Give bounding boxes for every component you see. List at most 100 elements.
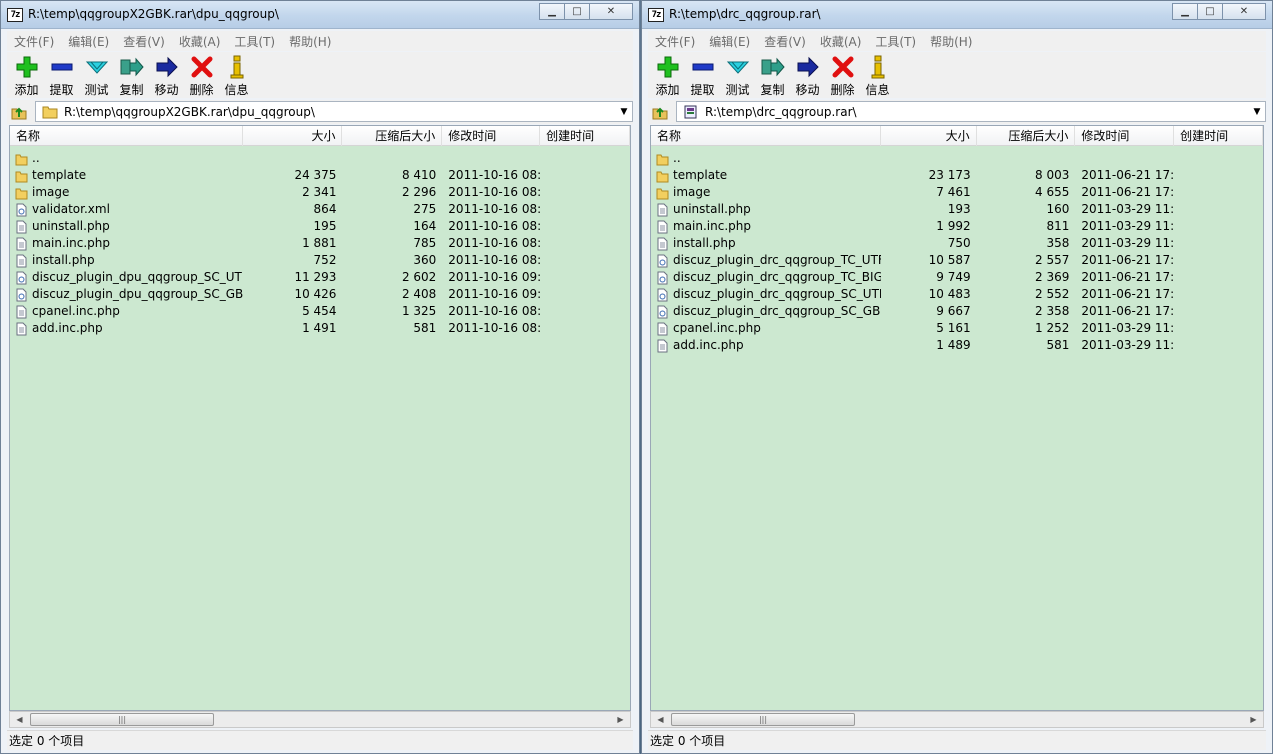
menu-item[interactable]: 编辑(E) <box>702 33 757 50</box>
path-input[interactable]: R:\temp\drc_qqgroup.rar\ ▼ <box>676 101 1266 122</box>
file-row[interactable]: template 24 375 8 410 2011-10-16 08:... <box>10 167 630 184</box>
file-row[interactable]: discuz_plugin_dpu_qqgroup_SC_UTF8.xml 11 … <box>10 269 630 286</box>
grip-icon: ||| <box>117 715 127 724</box>
close-button[interactable]: ✕ <box>589 3 633 20</box>
file-packed: 581 <box>1046 338 1070 352</box>
file-packed <box>342 150 442 167</box>
file-row[interactable]: discuz_plugin_drc_qqgroup_TC_UTF8.xml 10 … <box>651 252 1263 269</box>
move-button[interactable]: 移动 <box>790 52 825 98</box>
menu-item[interactable]: 编辑(E) <box>61 33 116 50</box>
file-row[interactable]: image 7 461 4 655 2011-06-21 17:... <box>651 184 1263 201</box>
title-bar[interactable]: 7z R:\temp\qqgroupX2GBK.rar\dpu_qqgroup\… <box>1 1 639 29</box>
window-title: R:\temp\qqgroupX2GBK.rar\dpu_qqgroup\ <box>28 7 279 21</box>
file-row[interactable]: uninstall.php 193 160 2011-03-29 11:12 <box>651 201 1263 218</box>
menu-item[interactable]: 工具(T) <box>868 33 923 50</box>
column-header: 名称 大小 压缩后大小 修改时间 创建时间 <box>651 126 1263 146</box>
minimize-button[interactable]: ▁ <box>1172 3 1198 20</box>
test-button[interactable]: 测试 <box>720 52 755 98</box>
column-header-name[interactable]: 名称 <box>10 126 243 146</box>
file-modified: 2011-10-16 08:... <box>448 321 541 335</box>
file-row[interactable]: discuz_plugin_dpu_qqgroup_SC_GBK.xml 10 4… <box>10 286 630 303</box>
menu-item[interactable]: 查看(V) <box>757 33 813 50</box>
file-name-text: image <box>673 185 711 199</box>
address-bar: R:\temp\drc_qqgroup.rar\ ▼ <box>648 100 1266 124</box>
file-row[interactable]: main.inc.php 1 992 811 2011-03-29 11:12 <box>651 218 1263 235</box>
scroll-left-button[interactable]: ◀ <box>12 713 27 726</box>
file-row[interactable]: add.inc.php 1 489 581 2011-03-29 11:12 <box>651 337 1263 354</box>
file-row[interactable]: validator.xml 864 275 2011-10-16 08:... <box>10 201 630 218</box>
menu-item[interactable]: 帮助(H) <box>282 33 338 50</box>
file-row[interactable]: main.inc.php 1 881 785 2011-10-16 08:... <box>10 235 630 252</box>
file-row[interactable]: image 2 341 2 296 2011-10-16 08:... <box>10 184 630 201</box>
copy-button[interactable]: 复制 <box>755 52 790 98</box>
file-row[interactable]: .. <box>10 150 630 167</box>
file-row[interactable]: cpanel.inc.php 5 161 1 252 2011-03-29 11:12 <box>651 320 1263 337</box>
menu-item[interactable]: 收藏(A) <box>172 33 228 50</box>
file-list[interactable]: 名称 大小 压缩后大小 修改时间 创建时间 .. template 23 173 8 003 2… <box>650 125 1264 711</box>
menu-item[interactable]: 文件(F) <box>7 33 61 50</box>
column-header-modified[interactable]: 修改时间 <box>442 126 541 146</box>
menu-item[interactable]: 收藏(A) <box>813 33 869 50</box>
column-header-modified[interactable]: 修改时间 <box>1075 126 1175 146</box>
file-name: discuz_plugin_drc_qqgroup_TC_BIG5.xml <box>651 269 881 286</box>
maximize-button[interactable]: □ <box>564 3 590 20</box>
file-row[interactable]: add.inc.php 1 491 581 2011-10-16 08:... <box>10 320 630 337</box>
file-row[interactable]: discuz_plugin_drc_qqgroup_SC_GBK.xml 9 66… <box>651 303 1263 320</box>
file-row[interactable]: uninstall.php 195 164 2011-10-16 08:... <box>10 218 630 235</box>
scroll-right-button[interactable]: ▶ <box>1246 713 1261 726</box>
scroll-thumb[interactable]: ||| <box>671 713 855 726</box>
file-modified: 2011-03-29 11:12 <box>1081 236 1175 250</box>
info-button[interactable]: 信息 <box>219 52 254 98</box>
copy-button[interactable]: 复制 <box>114 52 149 98</box>
move-button[interactable]: 移动 <box>149 52 184 98</box>
add-button[interactable]: 添加 <box>650 52 685 98</box>
file-packed: 2 296 <box>401 185 437 199</box>
up-folder-button[interactable] <box>7 101 31 123</box>
column-header-packed[interactable]: 压缩后大小 <box>977 126 1076 146</box>
scroll-right-button[interactable]: ▶ <box>613 713 628 726</box>
up-folder-button[interactable] <box>648 101 672 123</box>
info-button[interactable]: 信息 <box>860 52 895 98</box>
file-row[interactable]: .. <box>651 150 1263 167</box>
close-button[interactable]: ✕ <box>1222 3 1266 20</box>
file-modified: 2011-03-29 11:12 <box>1081 219 1175 233</box>
column-header-name[interactable]: 名称 <box>651 126 881 146</box>
path-input[interactable]: R:\temp\qqgroupX2GBK.rar\dpu_qqgroup\ ▼ <box>35 101 633 122</box>
file-name: main.inc.php <box>10 235 243 252</box>
column-header-size[interactable]: 大小 <box>881 126 977 146</box>
file-name: discuz_plugin_drc_qqgroup_SC_UTF8.xml <box>651 286 881 303</box>
path-dropdown-button[interactable]: ▼ <box>1251 105 1263 119</box>
menu-item[interactable]: 查看(V) <box>116 33 172 50</box>
file-row[interactable]: cpanel.inc.php 5 454 1 325 2011-10-16 08:..… <box>10 303 630 320</box>
column-header-created[interactable]: 创建时间 <box>1174 126 1263 146</box>
column-header-created[interactable]: 创建时间 <box>540 126 630 146</box>
file-row[interactable]: install.php 750 358 2011-03-29 11:12 <box>651 235 1263 252</box>
scroll-left-button[interactable]: ◀ <box>653 713 668 726</box>
extract-button[interactable]: 提取 <box>44 52 79 98</box>
menu-item[interactable]: 文件(F) <box>648 33 702 50</box>
menu-item[interactable]: 帮助(H) <box>923 33 979 50</box>
xml-file-icon <box>15 271 28 285</box>
path-dropdown-button[interactable]: ▼ <box>618 105 630 119</box>
file-row[interactable]: discuz_plugin_drc_qqgroup_TC_BIG5.xml 9 7… <box>651 269 1263 286</box>
minimize-button[interactable]: ▁ <box>539 3 565 20</box>
horizontal-scrollbar[interactable]: ◀ ||| ▶ <box>9 711 631 728</box>
file-row[interactable]: template 23 173 8 003 2011-06-21 17:... <box>651 167 1263 184</box>
add-button[interactable]: 添加 <box>9 52 44 98</box>
file-row[interactable]: discuz_plugin_drc_qqgroup_SC_UTF8.xml 10 … <box>651 286 1263 303</box>
file-list[interactable]: 名称 大小 压缩后大小 修改时间 创建时间 .. template 24 375 8 410 2… <box>9 125 631 711</box>
menu-item[interactable]: 工具(T) <box>227 33 282 50</box>
test-button[interactable]: 测试 <box>79 52 114 98</box>
column-header-packed[interactable]: 压缩后大小 <box>342 126 443 146</box>
extract-button[interactable]: 提取 <box>685 52 720 98</box>
maximize-button[interactable]: □ <box>1197 3 1223 20</box>
horizontal-scrollbar[interactable]: ◀ ||| ▶ <box>650 711 1264 728</box>
file-row[interactable]: install.php 752 360 2011-10-16 08:... <box>10 252 630 269</box>
toolbar-label: 添加 <box>14 83 39 97</box>
delete-button[interactable]: 删除 <box>825 52 860 98</box>
file-name-text: discuz_plugin_dpu_qqgroup_SC_GBK.xml <box>32 287 243 301</box>
column-header-size[interactable]: 大小 <box>243 126 343 146</box>
title-bar[interactable]: 7z R:\temp\drc_qqgroup.rar\ ▁ □ ✕ <box>642 1 1272 29</box>
delete-button[interactable]: 删除 <box>184 52 219 98</box>
scroll-thumb[interactable]: ||| <box>30 713 214 726</box>
